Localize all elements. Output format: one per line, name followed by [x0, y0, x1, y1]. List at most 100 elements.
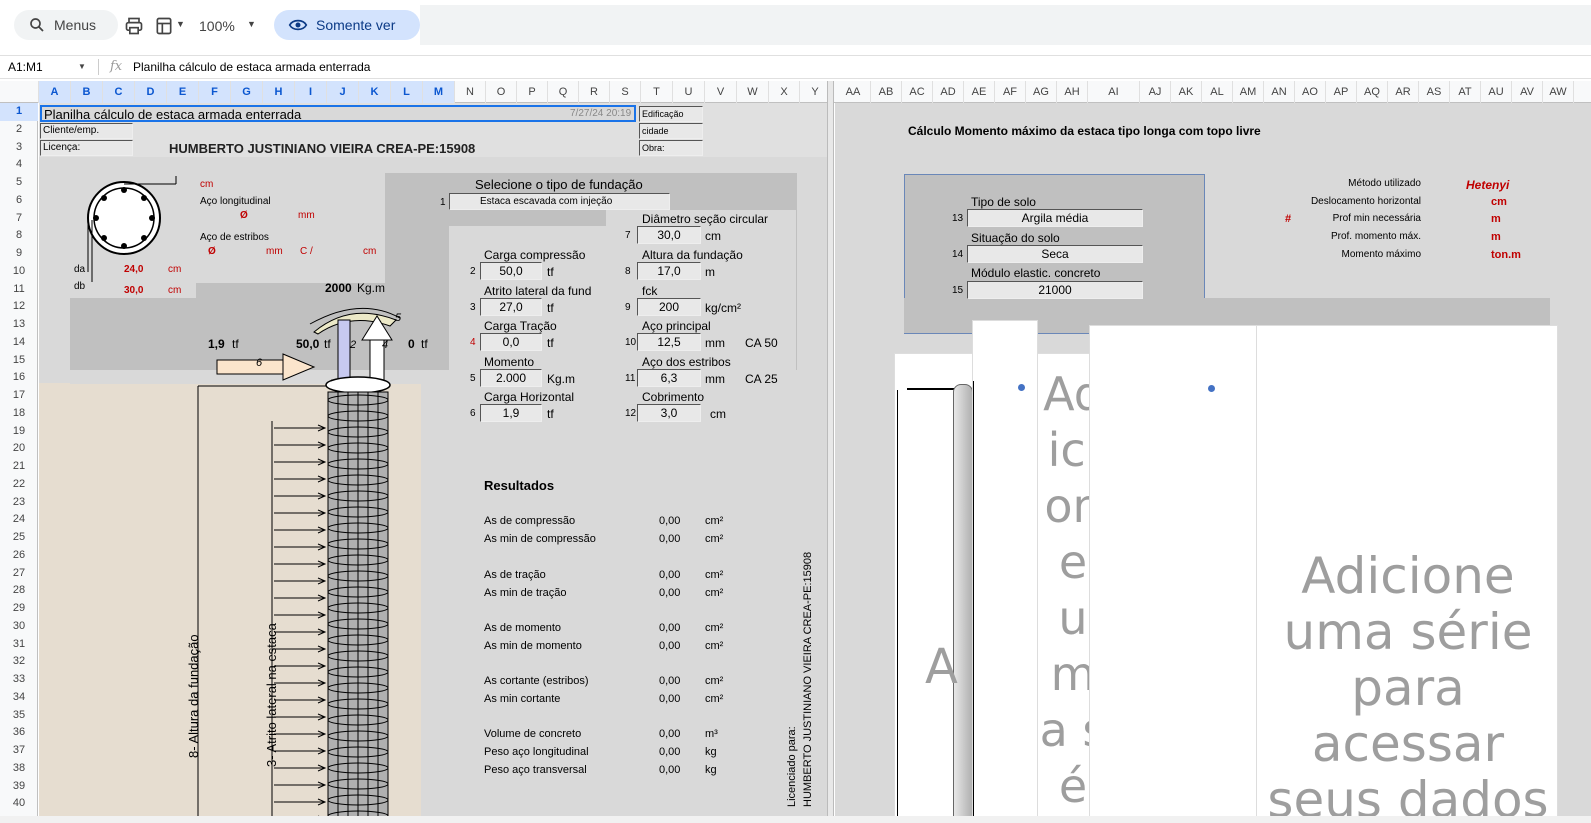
row-header[interactable]: 18 — [0, 405, 38, 423]
row-header[interactable]: 40 — [0, 795, 38, 813]
row-header[interactable]: 8 — [0, 227, 38, 245]
column-header[interactable]: AO — [1295, 81, 1326, 103]
column-header[interactable]: W — [737, 81, 769, 103]
column-header[interactable]: AV — [1512, 81, 1543, 103]
column-header[interactable]: A — [39, 81, 71, 103]
chart-card-big[interactable]: Adicione uma série para acessar seus dad… — [1256, 325, 1558, 823]
name-box-chevron-icon[interactable]: ▼ — [78, 62, 86, 71]
format-icon[interactable] — [154, 16, 174, 36]
column-header[interactable]: M — [423, 81, 455, 103]
param-input[interactable]: 17,0 — [637, 262, 701, 280]
edificacao-field[interactable]: Edificação — [639, 106, 703, 122]
column-header[interactable]: X — [769, 81, 800, 103]
name-box[interactable]: A1:M1 — [8, 60, 43, 74]
row-header[interactable]: 37 — [0, 742, 38, 760]
column-header[interactable]: AA — [836, 81, 871, 103]
param-input[interactable]: 30,0 — [637, 226, 701, 244]
row-header[interactable]: 30 — [0, 618, 38, 636]
column-header[interactable]: AE — [964, 81, 995, 103]
solo-select[interactable]: Argila média — [967, 209, 1143, 227]
load-input[interactable]: 0,0 — [480, 333, 542, 351]
row-header[interactable]: 27 — [0, 565, 38, 583]
row-header[interactable]: 35 — [0, 707, 38, 725]
column-header[interactable]: K — [359, 81, 391, 103]
row-header[interactable]: 38 — [0, 760, 38, 778]
row-header[interactable]: 36 — [0, 724, 38, 742]
column-header[interactable]: G — [231, 81, 263, 103]
column-header[interactable]: D — [135, 81, 167, 103]
column-header[interactable]: AG — [1026, 81, 1057, 103]
row-header[interactable]: 11 — [0, 281, 38, 299]
column-header[interactable]: Q — [548, 81, 579, 103]
column-header[interactable]: AI — [1088, 81, 1140, 103]
column-header[interactable]: P — [517, 81, 548, 103]
row-header[interactable]: 13 — [0, 316, 38, 334]
row-header[interactable]: 24 — [0, 511, 38, 529]
param-input[interactable]: 12,5 — [637, 333, 701, 351]
title-cell[interactable]: Planilha cálculo de estaca armada enterr… — [40, 105, 636, 122]
row-header[interactable]: 9 — [0, 245, 38, 263]
modulo-field[interactable]: 21000 — [967, 281, 1143, 299]
row-header[interactable]: 22 — [0, 476, 38, 494]
cliente-field[interactable]: Cliente/emp. — [40, 123, 133, 139]
row-header[interactable]: 5 — [0, 174, 38, 192]
column-header[interactable]: F — [199, 81, 231, 103]
column-header[interactable]: AM — [1233, 81, 1264, 103]
row-header[interactable]: 3 — [0, 139, 38, 157]
column-header[interactable]: AK — [1171, 81, 1202, 103]
row-header[interactable]: 39 — [0, 778, 38, 796]
row-header[interactable]: 17 — [0, 387, 38, 405]
situacao-select[interactable]: Seca — [967, 245, 1143, 263]
row-header[interactable]: 4 — [0, 156, 38, 174]
param-input[interactable]: 3,0 — [637, 404, 701, 422]
chart-card-left[interactable]: A — [894, 353, 974, 823]
row-header[interactable]: 25 — [0, 529, 38, 547]
column-header[interactable]: AU — [1481, 81, 1512, 103]
column-header[interactable]: E — [167, 81, 199, 103]
row-header[interactable]: 16 — [0, 369, 38, 387]
column-header[interactable]: J — [327, 81, 359, 103]
row-header[interactable]: 15 — [0, 352, 38, 370]
licenca-field[interactable]: Licença: — [40, 140, 133, 156]
column-header[interactable]: V — [705, 81, 737, 103]
column-header[interactable]: N — [455, 81, 486, 103]
zoom-level[interactable]: 100% — [199, 18, 235, 34]
column-header[interactable]: I — [295, 81, 327, 103]
row-header[interactable]: 1 — [0, 103, 38, 121]
chart-card-narrow1[interactable] — [972, 320, 1038, 823]
row-header[interactable]: 28 — [0, 582, 38, 600]
row-header[interactable]: 19 — [0, 423, 38, 441]
h-scrollbar[interactable] — [0, 816, 1591, 823]
column-header[interactable]: AB — [871, 81, 902, 103]
column-header[interactable]: AL — [1202, 81, 1233, 103]
load-input[interactable]: 2.000 — [480, 369, 542, 387]
select-all-corner[interactable] — [0, 81, 39, 103]
column-header[interactable]: AJ — [1140, 81, 1171, 103]
print-icon[interactable] — [124, 16, 144, 36]
column-header[interactable]: AQ — [1357, 81, 1388, 103]
row-header[interactable]: 12 — [0, 298, 38, 316]
row-header[interactable]: 23 — [0, 494, 38, 512]
row-header[interactable]: 7 — [0, 210, 38, 228]
zoom-chevron-icon[interactable]: ▼ — [247, 19, 256, 29]
row-header[interactable]: 33 — [0, 671, 38, 689]
column-header[interactable]: AP — [1326, 81, 1357, 103]
view-only-button[interactable]: Somente ver — [274, 10, 420, 40]
row-header[interactable]: 6 — [0, 192, 38, 210]
chevron-down-icon[interactable]: ▼ — [176, 19, 185, 29]
column-header[interactable]: B — [71, 81, 103, 103]
column-header[interactable]: AR — [1388, 81, 1419, 103]
row-header[interactable]: 14 — [0, 334, 38, 352]
column-header[interactable]: AW — [1543, 81, 1574, 103]
column-header[interactable]: L — [391, 81, 423, 103]
load-input[interactable]: 27,0 — [480, 298, 542, 316]
column-header[interactable]: R — [579, 81, 610, 103]
row-header[interactable]: 31 — [0, 636, 38, 654]
column-header[interactable]: C — [103, 81, 135, 103]
cidade-field[interactable]: cidade — [639, 123, 703, 139]
foundation-type-select[interactable]: Estaca escavada com injeção — [449, 193, 670, 210]
param-input[interactable]: 200 — [637, 298, 701, 316]
obra-field[interactable]: Obra: — [639, 140, 703, 156]
row-header[interactable]: 32 — [0, 653, 38, 671]
row-header[interactable]: 10 — [0, 263, 38, 281]
